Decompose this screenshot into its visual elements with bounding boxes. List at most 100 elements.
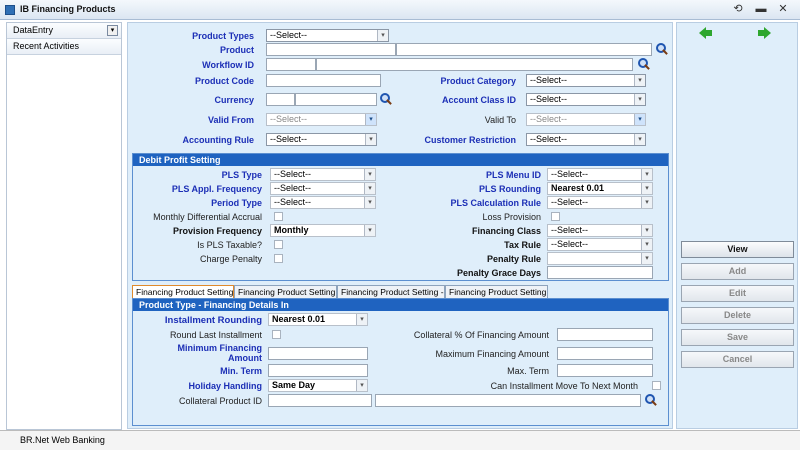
- product-code-label: Product Code: [194, 76, 254, 86]
- chevron-down-icon: ▾: [634, 134, 645, 145]
- currency-name-input[interactable]: [295, 93, 377, 106]
- charge-penalty-checkbox[interactable]: [274, 254, 283, 263]
- currency-code-input[interactable]: [266, 93, 295, 106]
- collateral-product-id-input[interactable]: [268, 394, 372, 407]
- customer-restriction-select[interactable]: --Select-- ▾: [526, 133, 646, 146]
- loss-provision-checkbox[interactable]: [551, 212, 560, 221]
- chevron-down-icon: ▾: [365, 114, 376, 125]
- select-value: Nearest 0.01: [272, 314, 326, 324]
- chevron-down-icon: ▾: [641, 225, 652, 236]
- chevron-down-icon: ▾: [634, 114, 645, 125]
- arrow-right-icon[interactable]: [757, 27, 771, 39]
- valid-to-select[interactable]: --Select-- ▾: [526, 113, 646, 126]
- search-icon[interactable]: [638, 58, 650, 70]
- workflow-id-input[interactable]: [266, 58, 316, 71]
- pls-type-select[interactable]: --Select-- ▾: [270, 168, 376, 181]
- product-name-input[interactable]: [396, 43, 652, 56]
- restore-icon[interactable]: ⟲: [731, 3, 745, 16]
- chevron-down-icon: ▾: [356, 314, 367, 325]
- currency-label: Currency: [214, 95, 254, 105]
- pls-calculation-rule-select[interactable]: --Select-- ▾: [547, 196, 653, 209]
- period-type-select[interactable]: --Select-- ▾: [270, 196, 376, 209]
- pls-menu-id-select[interactable]: --Select-- ▾: [547, 168, 653, 181]
- chevron-down-icon: ▾: [634, 94, 645, 105]
- collateral-pct-input[interactable]: [557, 328, 653, 341]
- monthly-differential-accrual-checkbox[interactable]: [274, 212, 283, 221]
- max-term-label: Max. Term: [507, 366, 549, 376]
- main-form: Product Types --Select-- ▾ Product Workf…: [127, 22, 673, 429]
- product-code-field[interactable]: [266, 74, 381, 87]
- pls-rounding-select[interactable]: Nearest 0.01 ▾: [547, 182, 653, 195]
- min-term-input[interactable]: [268, 364, 368, 377]
- pls-menu-id-label: PLS Menu ID: [485, 170, 541, 180]
- account-class-id-select[interactable]: --Select-- ▾: [526, 93, 646, 106]
- max-financing-amount-input[interactable]: [557, 347, 653, 360]
- provision-frequency-select[interactable]: Monthly ▾: [270, 224, 376, 237]
- sidebar-item-dataentry[interactable]: DataEntry ▾: [7, 23, 121, 39]
- chevron-down-icon: ▾: [364, 169, 375, 180]
- chevron-down-icon: ▾: [364, 225, 375, 236]
- save-button[interactable]: Save: [681, 329, 794, 346]
- holiday-handling-label: Holiday Handling: [188, 381, 262, 391]
- min-financing-amount-input[interactable]: [268, 347, 368, 360]
- pls-calculation-rule-label: PLS Calculation Rule: [450, 198, 541, 208]
- product-category-select[interactable]: --Select-- ▾: [526, 74, 646, 87]
- section-title: Product Type - Financing Details In: [133, 299, 668, 311]
- workflow-name-input[interactable]: [316, 58, 633, 71]
- chevron-down-icon: ▾: [364, 197, 375, 208]
- tab-financing-product-setting-2[interactable]: Financing Product Setting -II: [234, 285, 337, 299]
- tax-rule-select[interactable]: --Select-- ▾: [547, 238, 653, 251]
- product-types-select[interactable]: --Select-- ▾: [266, 29, 389, 42]
- search-icon[interactable]: [645, 394, 657, 406]
- status-bar: BR.Net Web Banking: [0, 430, 800, 450]
- product-types-label: Product Types: [192, 31, 254, 41]
- select-value: --Select--: [274, 183, 312, 193]
- chevron-down-icon: ▾: [641, 183, 652, 194]
- select-value: --Select--: [551, 197, 589, 207]
- search-icon[interactable]: [656, 43, 668, 55]
- can-installment-move-label: Can Installment Move To Next Month: [490, 381, 638, 391]
- tab-financing-product-setting-1[interactable]: Financing Product Setting -I: [132, 285, 234, 299]
- chevron-down-icon: ▾: [641, 197, 652, 208]
- is-pls-taxable-checkbox[interactable]: [274, 240, 283, 249]
- round-last-installment-checkbox[interactable]: [272, 330, 281, 339]
- close-icon[interactable]: ✕: [776, 3, 790, 16]
- product-code-input[interactable]: [266, 43, 396, 56]
- select-value: --Select--: [551, 225, 589, 235]
- penalty-grace-days-label: Penalty Grace Days: [456, 268, 541, 278]
- holiday-handling-select[interactable]: Same Day ▾: [268, 379, 368, 392]
- penalty-grace-days-input[interactable]: [547, 266, 653, 279]
- sidebar-item-recent-activities[interactable]: Recent Activities: [7, 39, 121, 55]
- select-value: --Select--: [274, 197, 312, 207]
- financing-details-section: Product Type - Financing Details In Inst…: [132, 298, 669, 426]
- select-value: --Select--: [551, 169, 589, 179]
- installment-rounding-label: Installment Rounding: [164, 315, 262, 326]
- tab-financing-product-setting-4[interactable]: Financing Product Setting -IV: [445, 285, 548, 299]
- chevron-down-icon[interactable]: ▾: [107, 25, 118, 36]
- pls-appl-frequency-select[interactable]: --Select-- ▾: [270, 182, 376, 195]
- select-value: --Select--: [270, 134, 308, 144]
- view-button[interactable]: View: [681, 241, 794, 258]
- product-category-label: Product Category: [440, 76, 516, 86]
- arrow-left-icon[interactable]: [699, 27, 713, 39]
- valid-from-select[interactable]: --Select-- ▾: [266, 113, 377, 126]
- app-icon: [5, 5, 15, 15]
- max-term-input[interactable]: [557, 364, 653, 377]
- delete-button[interactable]: Delete: [681, 307, 794, 324]
- action-panel: View Add Edit Delete Save Cancel: [676, 22, 798, 429]
- penalty-rule-select[interactable]: ▾: [547, 252, 653, 265]
- installment-rounding-select[interactable]: Nearest 0.01 ▾: [268, 313, 368, 326]
- edit-button[interactable]: Edit: [681, 285, 794, 302]
- min-financing-amount-label: Minimum Financing Amount: [177, 343, 263, 363]
- accounting-rule-select[interactable]: --Select-- ▾: [266, 133, 377, 146]
- tab-financing-product-setting-3[interactable]: Financing Product Setting -III: [337, 285, 445, 299]
- financing-class-select[interactable]: --Select-- ▾: [547, 224, 653, 237]
- search-icon[interactable]: [380, 93, 392, 105]
- minimize-icon[interactable]: ▬: [754, 3, 768, 16]
- add-button[interactable]: Add: [681, 263, 794, 280]
- loss-provision-label: Loss Provision: [482, 212, 541, 222]
- select-value: --Select--: [530, 75, 568, 85]
- cancel-button[interactable]: Cancel: [681, 351, 794, 368]
- can-installment-move-checkbox[interactable]: [652, 381, 661, 390]
- collateral-product-name-input[interactable]: [375, 394, 641, 407]
